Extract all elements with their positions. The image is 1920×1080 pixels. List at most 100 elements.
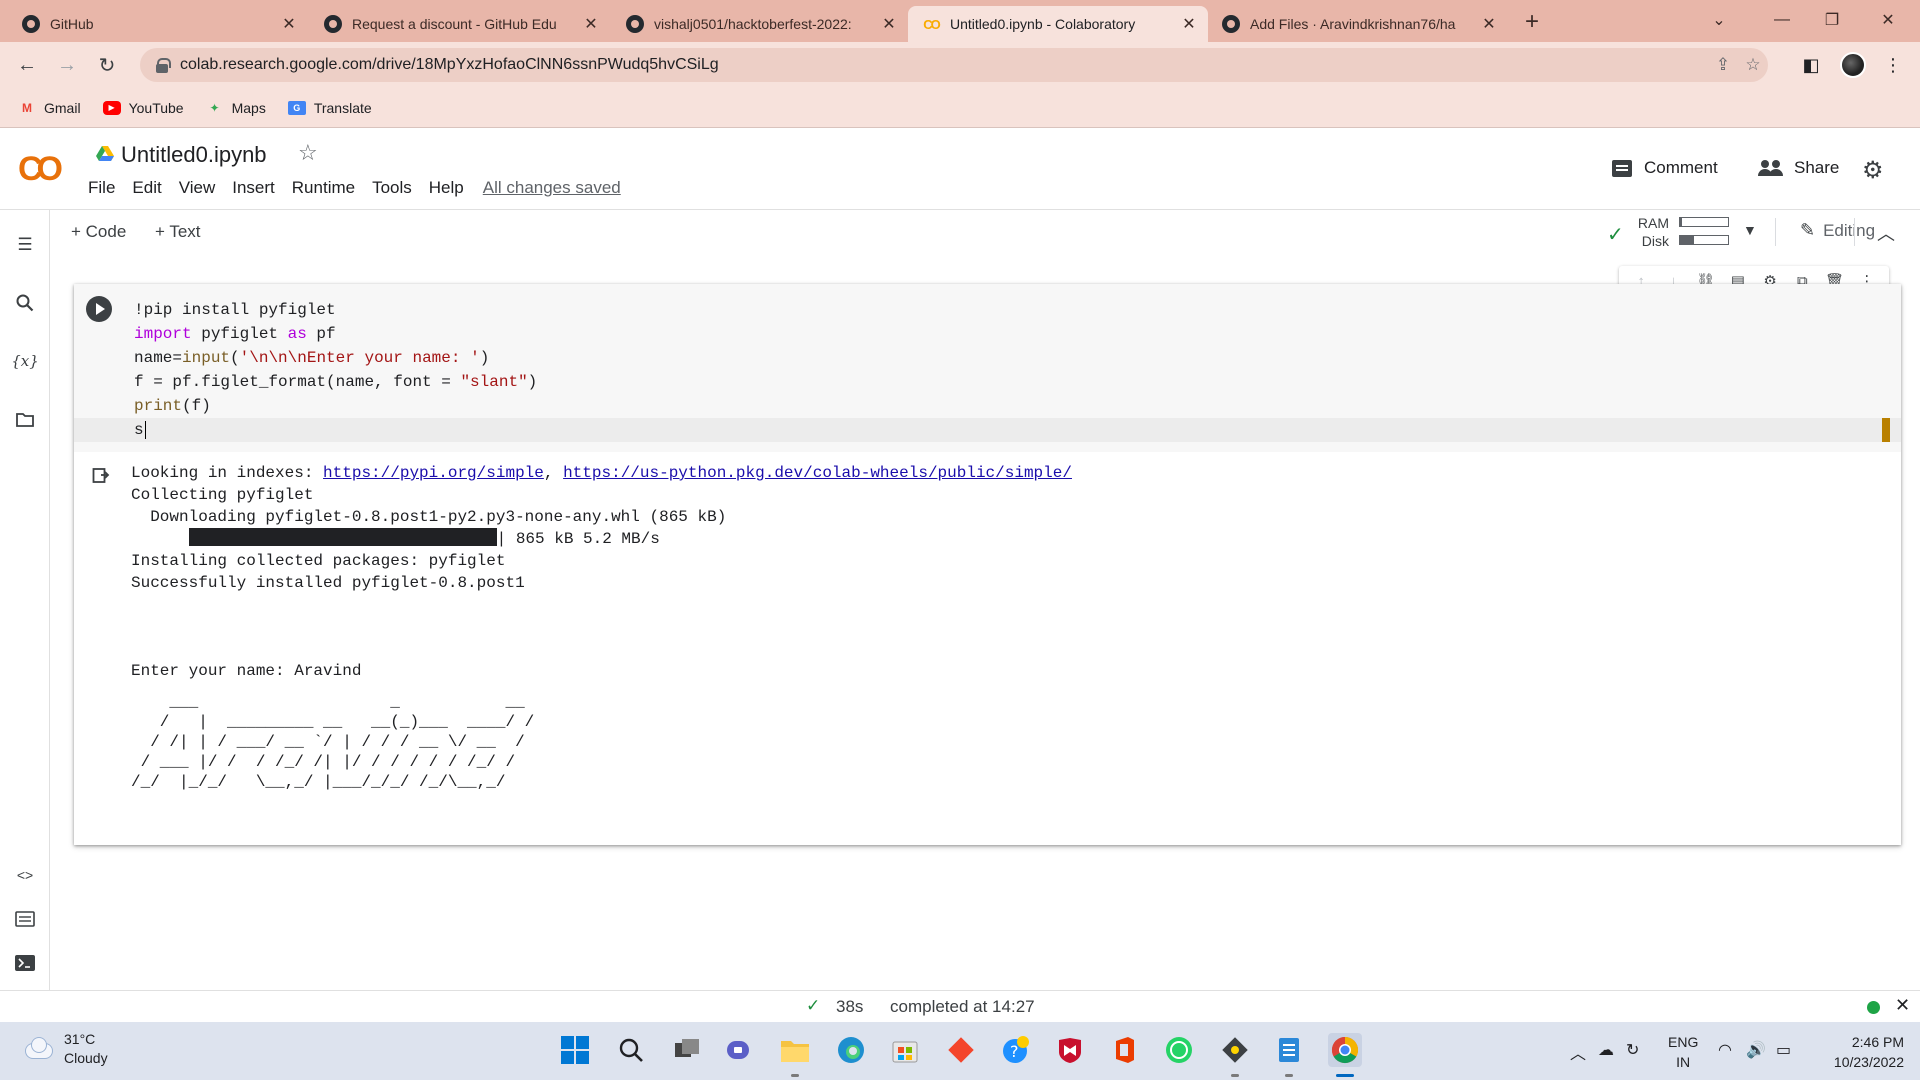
menu-insert[interactable]: Insert: [232, 178, 275, 198]
code-editor[interactable]: !pip install pyfiglet import pyfiglet as…: [74, 284, 1901, 452]
clear-output-icon[interactable]: [92, 466, 110, 489]
resource-labels[interactable]: RAM Disk: [1635, 214, 1669, 250]
command-palette-icon[interactable]: [12, 906, 38, 932]
share-button[interactable]: Share: [1758, 158, 1839, 178]
search-icon[interactable]: [614, 1033, 648, 1067]
side-panel-icon[interactable]: ◧: [1796, 50, 1826, 80]
resources-dropdown-icon[interactable]: ▼: [1743, 222, 1757, 238]
pypi-link[interactable]: https://pypi.org/simple: [323, 464, 544, 482]
tab-github[interactable]: GitHub ✕: [8, 6, 308, 42]
bookmark-translate[interactable]: G Translate: [287, 100, 372, 116]
notepad-icon[interactable]: [1272, 1033, 1306, 1067]
colab-logo[interactable]: CO: [18, 150, 63, 189]
bookmark-youtube[interactable]: ▶ YouTube: [102, 100, 184, 116]
minimize-icon[interactable]: —: [1760, 4, 1804, 36]
bookmark-star-icon[interactable]: ☆: [1738, 48, 1768, 82]
menu-runtime[interactable]: Runtime: [292, 178, 355, 198]
menu-tools[interactable]: Tools: [372, 178, 412, 198]
gitkraken-icon[interactable]: [1218, 1033, 1252, 1067]
language-indicator[interactable]: ENG IN: [1668, 1032, 1698, 1072]
connected-check-icon: ✓: [1607, 224, 1624, 246]
tab-colab[interactable]: CO Untitled0.ipynb - Colaboratory ✕: [908, 6, 1208, 42]
back-icon[interactable]: ←: [12, 50, 42, 80]
reload-icon[interactable]: ↻: [92, 50, 122, 80]
tab-github-edu[interactable]: Request a discount - GitHub Edu ✕: [310, 6, 610, 42]
new-tab-button[interactable]: +: [1518, 8, 1546, 36]
search-icon[interactable]: [12, 290, 38, 316]
show-hidden-icons[interactable]: ︿: [1570, 1040, 1586, 1064]
microsoft-store-icon[interactable]: [888, 1033, 922, 1067]
menu-view[interactable]: View: [179, 178, 216, 198]
add-code-button[interactable]: + Code: [71, 222, 126, 242]
weather-desc[interactable]: Cloudy: [64, 1050, 108, 1066]
wifi-icon[interactable]: ◠: [1718, 1040, 1732, 1060]
editing-mode-button[interactable]: ✎ Editing: [1800, 220, 1875, 241]
profile-avatar[interactable]: [1838, 50, 1868, 80]
output-line: Collecting pyfiglet: [131, 486, 314, 504]
terminal-icon[interactable]: [12, 950, 38, 976]
code-line: s: [134, 420, 146, 439]
clock[interactable]: 2:46 PM 10/23/2022: [1818, 1032, 1904, 1072]
close-icon[interactable]: ✕: [880, 15, 898, 33]
battery-icon[interactable]: ▭: [1776, 1040, 1791, 1060]
comment-button[interactable]: Comment: [1612, 158, 1718, 178]
tab-title: Request a discount - GitHub Edu: [352, 16, 557, 32]
gear-icon[interactable]: ⚙: [1862, 156, 1884, 185]
bookmark-gmail[interactable]: M Gmail: [18, 100, 81, 116]
menu-edit[interactable]: Edit: [132, 178, 161, 198]
start-icon[interactable]: [558, 1033, 592, 1067]
browser-toolbar: ← → ↻ colab.research.google.com/drive/18…: [0, 42, 1920, 88]
browser-menu-icon[interactable]: ⋮: [1878, 50, 1908, 80]
colab-wheels-link[interactable]: https://us-python.pkg.dev/colab-wheels/p…: [563, 464, 1072, 482]
connection-status-dot: [1867, 1001, 1880, 1014]
address-bar[interactable]: colab.research.google.com/drive/18MpYxzH…: [140, 48, 1768, 82]
notebook-title[interactable]: Untitled0.ipynb: [121, 142, 267, 168]
git-app-icon[interactable]: [944, 1033, 978, 1067]
save-status-link[interactable]: All changes saved: [483, 178, 621, 198]
close-icon[interactable]: ✕: [280, 15, 298, 33]
help-app-icon[interactable]: ?: [999, 1033, 1033, 1067]
tab-add-files[interactable]: Add Files · Aravindkrishnan76/ha ✕: [1208, 6, 1508, 42]
sync-icon[interactable]: ↻: [1626, 1040, 1639, 1060]
close-window-icon[interactable]: ✕: [1866, 4, 1910, 36]
menu-help[interactable]: Help: [429, 178, 464, 198]
chrome-icon[interactable]: [1328, 1033, 1362, 1067]
whatsapp-icon[interactable]: [1162, 1033, 1196, 1067]
forward-icon[interactable]: →: [52, 50, 82, 80]
onedrive-icon[interactable]: ☁: [1598, 1040, 1614, 1060]
folder-icon[interactable]: [12, 406, 38, 432]
menu-file[interactable]: File: [88, 178, 115, 198]
add-text-button[interactable]: + Text: [155, 222, 201, 242]
mcafee-icon[interactable]: [1053, 1033, 1087, 1067]
star-icon[interactable]: ☆: [298, 140, 318, 166]
share-page-icon[interactable]: ⇪: [1708, 48, 1738, 82]
cloud-icon[interactable]: [22, 1036, 56, 1060]
collapse-header-icon[interactable]: ︿: [1877, 220, 1895, 246]
close-icon[interactable]: ✕: [582, 15, 600, 33]
close-icon[interactable]: ✕: [1480, 15, 1498, 33]
close-icon[interactable]: ✕: [1895, 995, 1910, 1016]
active-indicator: [1336, 1074, 1354, 1077]
run-cell-button[interactable]: [86, 296, 112, 322]
close-icon[interactable]: ✕: [1180, 15, 1198, 33]
youtube-icon: ▶: [102, 100, 121, 115]
variables-icon[interactable]: {x}: [11, 348, 39, 374]
office-icon[interactable]: [1108, 1033, 1142, 1067]
weather-temp[interactable]: 31°C: [64, 1031, 95, 1047]
divider: [1775, 218, 1776, 246]
tab-hacktoberfest[interactable]: vishalj0501/hacktoberfest-2022: ✕: [612, 6, 908, 42]
code-snippets-icon[interactable]: <>: [12, 862, 38, 888]
table-of-contents-icon[interactable]: ☰: [12, 232, 38, 258]
comment-label: Comment: [1644, 158, 1718, 177]
edge-icon[interactable]: [834, 1033, 868, 1067]
code-cell[interactable]: !pip install pyfiglet import pyfiglet as…: [74, 284, 1901, 845]
task-view-icon[interactable]: [670, 1033, 704, 1067]
bookmark-maps[interactable]: ✦ Maps: [206, 100, 266, 116]
restore-icon[interactable]: ❐: [1810, 4, 1854, 36]
file-explorer-icon[interactable]: [778, 1033, 812, 1067]
tab-search-icon[interactable]: ⌄: [1697, 4, 1741, 36]
code-text[interactable]: !pip install pyfiglet import pyfiglet as…: [134, 298, 537, 442]
cell-output: Looking in indexes: https://pypi.org/sim…: [131, 464, 1072, 680]
teams-chat-icon[interactable]: [722, 1033, 756, 1067]
volume-icon[interactable]: 🔊: [1746, 1040, 1766, 1060]
